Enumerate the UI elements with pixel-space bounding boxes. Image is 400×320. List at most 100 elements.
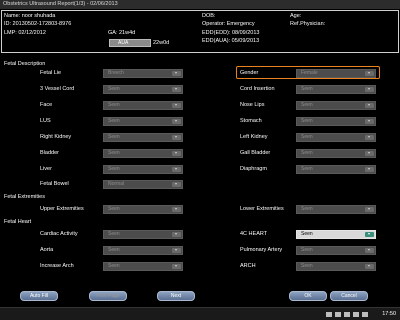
stomach-label: Stomach	[240, 118, 262, 124]
chevron-down-icon	[172, 232, 181, 237]
auto-fill-button[interactable]: Auto Fill	[20, 291, 58, 301]
face-label: Face	[40, 102, 53, 108]
pulmonary-artery-select[interactable]: Seen	[296, 246, 376, 255]
patient-edd-edd: EDD(EDD): 08/09/2013	[202, 30, 260, 36]
nose-lips-value: Seen	[301, 102, 313, 108]
stomach-select[interactable]: Seen	[296, 117, 376, 126]
face-select[interactable]: Seen	[103, 101, 183, 110]
three-vessel-cord-select[interactable]: Seen	[103, 85, 183, 94]
chevron-down-icon	[172, 167, 181, 172]
chevron-down-icon	[172, 119, 181, 124]
network-icon	[326, 312, 332, 317]
fetal-lie-select[interactable]: Breech	[103, 69, 183, 78]
pulmonary-artery-value: Seen	[301, 247, 313, 253]
chevron-down-icon	[172, 151, 181, 156]
right-kidney-value: Seen	[108, 134, 120, 140]
aorta-value: Seen	[108, 247, 120, 253]
upper-extremities-select[interactable]: Seen	[103, 205, 183, 214]
section-fetal-heart: Fetal Heart	[4, 219, 32, 225]
stomach-value: Seen	[301, 118, 313, 124]
patient-name: Name: noor shuhada	[4, 13, 56, 19]
four-c-heart-value: Seen	[301, 231, 313, 237]
three-vessel-cord-value: Seen	[108, 86, 120, 92]
chevron-down-icon	[365, 87, 374, 92]
upper-extremities-label: Upper Extremities	[40, 206, 84, 212]
lus-label: LUS	[40, 118, 51, 124]
liver-select[interactable]: Seen	[103, 165, 183, 174]
chevron-down-icon	[172, 71, 181, 76]
chevron-down-icon	[172, 103, 181, 108]
patient-operator: Operator: Emergency	[202, 21, 255, 27]
fetal-lie-label: Fetal Lie	[40, 70, 62, 76]
cord-insertion-select[interactable]: Seen	[296, 85, 376, 94]
chevron-down-icon	[172, 87, 181, 92]
fetal-bowel-value: Normal	[108, 181, 125, 187]
chevron-down-icon	[172, 135, 181, 140]
gall-bladder-value: Seen	[301, 150, 313, 156]
chevron-down-icon	[172, 264, 181, 269]
increase-arch-select[interactable]: Seen	[103, 262, 183, 271]
left-kidney-select[interactable]: Seen	[296, 133, 376, 142]
cancel-button[interactable]: Cancel	[330, 291, 368, 301]
chevron-down-icon	[365, 71, 374, 76]
gender-label: Gender	[240, 70, 259, 76]
left-kidney-value: Seen	[301, 134, 313, 140]
chevron-down-icon	[365, 248, 374, 253]
patient-info-panel	[1, 10, 399, 53]
ok-button[interactable]: OK	[289, 291, 327, 301]
lower-extremities-select[interactable]: Seen	[296, 205, 376, 214]
aorta-select[interactable]: Seen	[103, 246, 183, 255]
taskbar: 17:50	[0, 307, 400, 320]
bladder-select[interactable]: Seen	[103, 149, 183, 158]
next-button[interactable]: Next	[157, 291, 195, 301]
right-kidney-select[interactable]: Seen	[103, 133, 183, 142]
pulmonary-artery-label: Pulmonary Artery	[240, 247, 283, 253]
arch-label: ARCH	[240, 263, 256, 269]
gall-bladder-label: Gall Bladder	[240, 150, 271, 156]
printer-icon	[353, 312, 359, 317]
patient-lmp: LMP: 02/12/2012	[4, 30, 46, 36]
fetal-lie-value: Breech	[108, 70, 124, 76]
chevron-down-icon	[365, 167, 374, 172]
right-kidney-label: Right Kidney	[40, 134, 72, 140]
prev-page-button[interactable]: Prev Page	[89, 291, 127, 301]
section-fetal-description: Fetal Description	[4, 61, 46, 67]
liver-label: Liver	[40, 166, 52, 172]
aua-select[interactable]: AUA	[109, 39, 151, 47]
chevron-down-icon	[172, 207, 181, 212]
bladder-value: Seen	[108, 150, 120, 156]
upper-extremities-value: Seen	[108, 206, 120, 212]
increase-arch-value: Seen	[108, 263, 120, 269]
cord-insertion-label: Cord Insertion	[240, 86, 275, 92]
face-value: Seen	[108, 102, 120, 108]
lus-value: Seen	[108, 118, 120, 124]
lus-select[interactable]: Seen	[103, 117, 183, 126]
lower-extremities-value: Seen	[301, 206, 313, 212]
fetal-bowel-select[interactable]: Normal	[103, 180, 183, 189]
chevron-down-icon	[365, 151, 374, 156]
cardiac-activity-select[interactable]: Seen	[103, 230, 183, 239]
diaphragm-label: Diaphragm	[240, 166, 267, 172]
gender-select[interactable]: Female	[296, 69, 376, 78]
gall-bladder-select[interactable]: Seen	[296, 149, 376, 158]
section-fetal-extremities: Fetal Extremities	[4, 194, 45, 200]
arch-value: Seen	[301, 263, 313, 269]
chevron-down-icon	[365, 207, 374, 212]
chevron-down-icon	[172, 182, 181, 187]
nose-lips-label: Nose Lips	[240, 102, 265, 108]
liver-value: Seen	[108, 166, 120, 172]
cardiac-activity-value: Seen	[108, 231, 120, 237]
fetal-bowel-label: Fetal Bowel	[40, 181, 69, 187]
arch-select[interactable]: Seen	[296, 262, 376, 271]
diaphragm-select[interactable]: Seen	[296, 165, 376, 174]
bladder-label: Bladder	[40, 150, 59, 156]
disk-icon	[344, 312, 350, 317]
chevron-down-icon	[172, 248, 181, 253]
nose-lips-select[interactable]: Seen	[296, 101, 376, 110]
chevron-down-icon	[365, 119, 374, 124]
patient-dob: DOB:	[202, 13, 216, 19]
patient-ref-physician: Ref.Physician:	[290, 21, 326, 27]
chevron-down-icon	[365, 232, 374, 237]
lower-extremities-label: Lower Extremities	[240, 206, 284, 212]
four-c-heart-select[interactable]: Seen	[296, 230, 376, 239]
